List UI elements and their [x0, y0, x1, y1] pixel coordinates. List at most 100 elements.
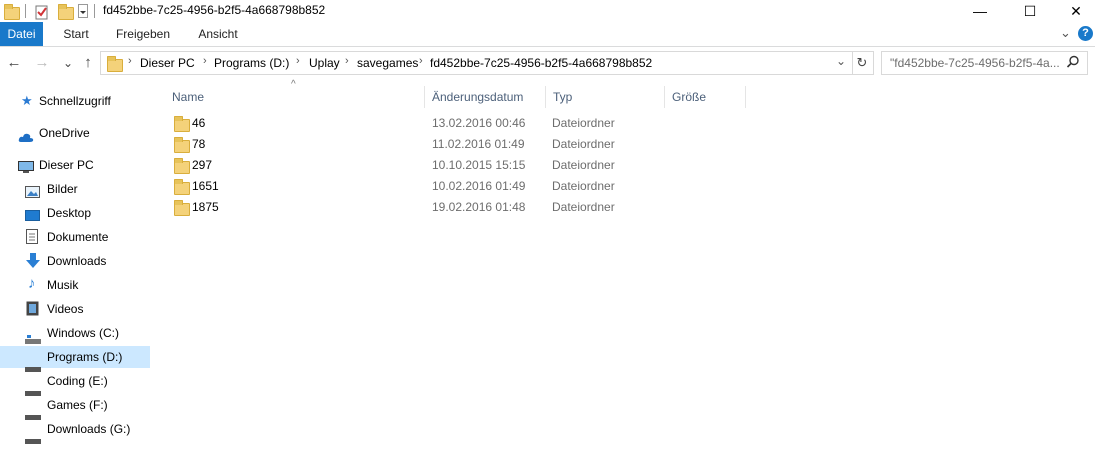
folder-icon: [174, 158, 190, 174]
file-row[interactable]: 297 10.10.2015 15:15 Dateiordner: [165, 155, 625, 176]
sidebar-item-label: Bilder: [47, 182, 78, 196]
breadcrumb-dieser-pc[interactable]: Dieser PC: [140, 56, 195, 70]
tab-start[interactable]: Start: [56, 22, 96, 46]
column-header-date[interactable]: Änderungsdatum: [432, 86, 542, 108]
column-divider[interactable]: [664, 86, 665, 108]
file-date: 10.02.2016 01:49: [432, 179, 526, 193]
windows-drive-icon: [25, 329, 41, 344]
help-icon[interactable]: ?: [1078, 26, 1093, 41]
sidebar-item-games-f[interactable]: Games (F:): [0, 394, 150, 420]
sidebar-item-dokumente[interactable]: Dokumente: [0, 226, 150, 248]
sidebar-item-label: Windows (C:): [47, 326, 120, 340]
file-row[interactable]: 78 11.02.2016 01:49 Dateiordner: [165, 134, 625, 155]
drive-icon: [25, 357, 41, 372]
file-name: 1651: [192, 179, 219, 193]
minimize-button[interactable]: —: [957, 0, 1003, 22]
file-row[interactable]: 1875 19.02.2016 01:48 Dateiordner: [165, 197, 625, 218]
column-divider[interactable]: [424, 86, 425, 108]
new-folder-icon[interactable]: [58, 4, 74, 20]
drive-icon: [25, 429, 41, 444]
forward-button[interactable]: →: [32, 52, 52, 74]
chevron-right-icon[interactable]: ›: [419, 55, 423, 67]
file-type: Dateiordner: [552, 200, 615, 214]
music-icon: ♪: [28, 275, 36, 292]
sidebar-item-windows-c[interactable]: Windows (C:): [0, 322, 150, 344]
tab-freigeben[interactable]: Freigeben: [110, 22, 176, 46]
sidebar-item-label: Videos: [47, 302, 84, 316]
search-input[interactable]: "fd452bbe-7c25-4956-b2f5-4a...: [890, 56, 1060, 70]
breadcrumb-programs[interactable]: Programs (D:): [214, 56, 289, 70]
file-name: 78: [192, 137, 206, 151]
drive-icon: [25, 381, 41, 396]
file-name: 1875: [192, 200, 219, 214]
quick-access-dropdown-icon[interactable]: [78, 4, 90, 18]
sidebar-item-bilder[interactable]: Bilder: [0, 178, 150, 200]
sidebar-item-desktop[interactable]: Desktop: [0, 202, 150, 224]
sidebar-item-coding-e[interactable]: Coding (E:): [0, 370, 150, 396]
breadcrumb-savegames[interactable]: savegames: [357, 56, 418, 70]
sidebar-item-label: Dokumente: [47, 230, 109, 244]
chevron-right-icon[interactable]: ›: [296, 55, 300, 67]
sidebar-item-label: Downloads (G:): [47, 422, 131, 436]
sidebar-item-label: Games (F:): [47, 398, 108, 412]
separator: [25, 4, 26, 18]
search-icon[interactable]: [1066, 55, 1080, 72]
sidebar-item-label: Programs (D:): [47, 350, 123, 364]
sidebar-item-dieser-pc[interactable]: Dieser PC: [0, 154, 150, 176]
tab-datei[interactable]: Datei: [0, 22, 43, 46]
file-name: 46: [192, 116, 206, 130]
search-field[interactable]: "fd452bbe-7c25-4956-b2f5-4a...: [881, 51, 1088, 75]
address-bar[interactable]: › Dieser PC › Programs (D:) › Uplay › sa…: [100, 51, 853, 75]
sidebar-item-musik[interactable]: ♪ Musik: [0, 274, 150, 296]
sidebar-item-label: Dieser PC: [39, 158, 94, 172]
column-header-size[interactable]: Größe: [672, 86, 742, 108]
separator: [94, 4, 95, 18]
title-bar: fd452bbe-7c25-4956-b2f5-4a668798b852 — ☐…: [0, 0, 1095, 22]
file-row[interactable]: 1651 10.02.2016 01:49 Dateiordner: [165, 176, 625, 197]
properties-icon[interactable]: [35, 4, 48, 20]
pictures-icon: [25, 183, 40, 198]
file-row[interactable]: 46 13.02.2016 00:46 Dateiordner: [165, 113, 625, 134]
close-button[interactable]: ✕: [1053, 0, 1095, 22]
folder-icon: [107, 56, 123, 72]
folder-icon: [4, 4, 20, 20]
sidebar-item-label: Desktop: [47, 206, 92, 220]
tab-ansicht[interactable]: Ansicht: [190, 22, 246, 46]
sidebar-item-videos[interactable]: Videos: [0, 298, 150, 320]
download-icon: [25, 253, 40, 268]
file-type: Dateiordner: [552, 116, 615, 130]
file-date: 19.02.2016 01:48: [432, 200, 526, 214]
recent-locations-button[interactable]: ⌄: [58, 52, 78, 74]
documents-icon: [26, 229, 40, 244]
breadcrumb-current-folder[interactable]: fd452bbe-7c25-4956-b2f5-4a668798b852: [430, 56, 652, 70]
computer-icon: [18, 159, 34, 173]
refresh-button[interactable]: ↻: [851, 51, 874, 75]
file-type: Dateiordner: [552, 179, 615, 193]
back-button[interactable]: ←: [4, 52, 24, 74]
address-dropdown-icon[interactable]: ⌄: [836, 54, 846, 68]
sidebar-item-label: Downloads: [47, 254, 107, 268]
sidebar-item-label: Coding (E:): [47, 374, 108, 388]
sidebar-item-downloads[interactable]: Downloads: [0, 250, 150, 272]
chevron-right-icon[interactable]: ›: [203, 55, 207, 67]
sidebar-item-onedrive[interactable]: OneDrive: [0, 122, 150, 144]
folder-icon: [174, 116, 190, 132]
chevron-right-icon[interactable]: ›: [345, 55, 349, 67]
sidebar-item-programs-d[interactable]: Programs (D:): [0, 346, 150, 372]
file-name: 297: [192, 158, 213, 172]
file-date: 10.10.2015 15:15: [432, 158, 526, 172]
column-divider[interactable]: [745, 86, 746, 108]
column-header-type[interactable]: Typ: [553, 86, 653, 108]
column-divider[interactable]: [545, 86, 546, 108]
sidebar-item-downloads-g[interactable]: Downloads (G:): [0, 418, 150, 444]
ribbon-expand-icon[interactable]: ⌄: [1060, 25, 1071, 41]
chevron-right-icon[interactable]: ›: [128, 55, 132, 67]
up-button[interactable]: ↑: [78, 52, 98, 74]
sidebar-item-schnellzugriff[interactable]: ★ Schnellzugriff: [0, 90, 150, 112]
maximize-button[interactable]: ☐: [1007, 0, 1053, 22]
column-header-name[interactable]: Name: [172, 86, 422, 108]
breadcrumb-uplay[interactable]: Uplay: [309, 56, 340, 70]
folder-icon: [174, 200, 190, 216]
sidebar-item-label: Schnellzugriff: [39, 94, 111, 108]
navigation-pane: ★ Schnellzugriff OneDrive Dieser PC Bild…: [0, 90, 150, 446]
